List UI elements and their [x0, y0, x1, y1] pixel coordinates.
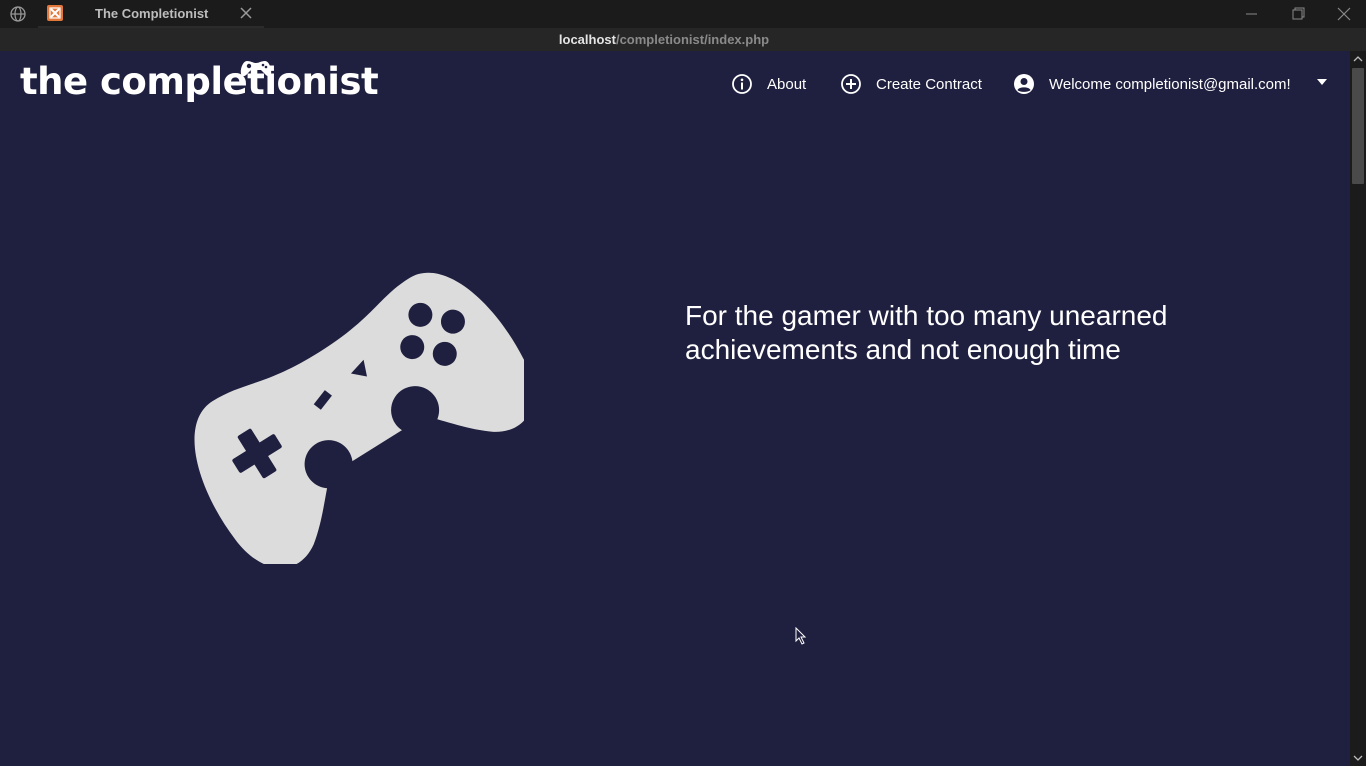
mouse-cursor: [795, 627, 807, 645]
welcome-text: Welcome completionist@gmail.com!: [1049, 75, 1291, 93]
url-text[interactable]: localhost/completionist/index.php: [0, 32, 1328, 47]
url-host: localhost: [558, 32, 616, 47]
scroll-down-icon[interactable]: [1352, 752, 1364, 764]
scrollbar-thumb[interactable]: [1352, 68, 1364, 184]
page-content: the completionist About Create Contract …: [0, 51, 1350, 766]
hero-tagline: For the gamer with too many unearned ach…: [685, 299, 1245, 367]
nav-about-label: About: [767, 75, 807, 93]
tagline-line-1: For the gamer with too many unearned: [685, 300, 1168, 331]
browser-tab-bar: The Completionist: [0, 0, 1366, 28]
scroll-up-icon[interactable]: [1352, 53, 1364, 65]
tagline-line-2: achievements and not enough time: [685, 334, 1121, 365]
caret-down-icon[interactable]: [1317, 79, 1327, 85]
site-favicon: [47, 5, 63, 21]
nav-create-contract[interactable]: Create Contract: [840, 71, 982, 97]
restore-icon[interactable]: [1288, 4, 1308, 24]
user-circle-icon: [1014, 74, 1034, 94]
nav-create-contract-label: Create Contract: [876, 75, 982, 93]
url-path: /completionist/index.php: [615, 32, 770, 47]
address-bar[interactable]: localhost/completionist/index.php: [0, 28, 1366, 51]
nav-user-menu[interactable]: Welcome completionist@gmail.com!: [1013, 71, 1291, 97]
window-close-icon[interactable]: [1334, 4, 1354, 24]
tab-title: The Completionist: [95, 6, 209, 21]
logo-gamepad-icon: [240, 61, 272, 77]
site-logo[interactable]: the completionist: [20, 60, 379, 103]
nav-about[interactable]: About: [731, 71, 806, 97]
minimize-icon[interactable]: [1242, 4, 1262, 24]
gamepad-icon: [194, 272, 524, 564]
info-icon: [732, 74, 752, 94]
globe-icon[interactable]: [9, 5, 27, 23]
plus-circle-icon: [841, 74, 861, 94]
close-icon[interactable]: [237, 4, 255, 22]
